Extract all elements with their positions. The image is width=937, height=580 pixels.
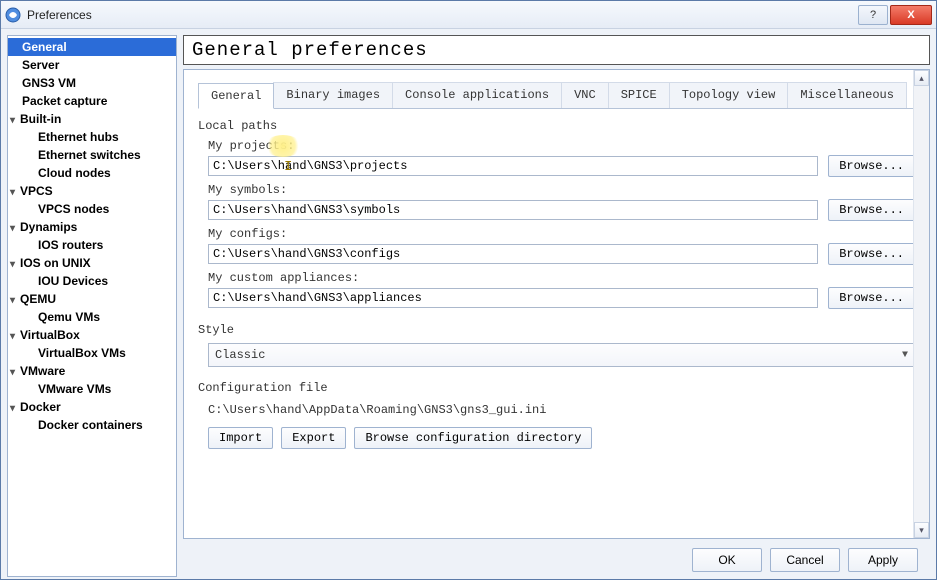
symbols-browse-button[interactable]: Browse... (828, 199, 915, 221)
tab-general[interactable]: General (198, 83, 274, 109)
tab-vnc[interactable]: VNC (561, 82, 609, 108)
sidebar-item-server[interactable]: Server (8, 56, 176, 74)
appliances-path-input[interactable] (208, 288, 818, 308)
sidebar-item-vpcs[interactable]: ▾VPCS (8, 182, 176, 200)
sidebar-item-vmware-vms[interactable]: VMware VMs (8, 380, 176, 398)
expand-arrow-icon: ▾ (10, 295, 20, 306)
sidebar-item-vmware[interactable]: ▾VMware (8, 362, 176, 380)
export-button[interactable]: Export (281, 427, 346, 449)
tab-console-applications[interactable]: Console applications (392, 82, 562, 108)
scroll-up-icon[interactable]: ▴ (914, 70, 929, 86)
window-buttons: ? X (856, 5, 932, 25)
expand-arrow-icon: ▾ (10, 367, 20, 378)
vertical-scrollbar[interactable]: ▴ ▾ (913, 70, 929, 538)
sidebar-item-built-in[interactable]: ▾Built-in (8, 110, 176, 128)
window-title: Preferences (27, 8, 856, 22)
minimize-button[interactable]: ? (858, 5, 888, 25)
ok-button[interactable]: OK (692, 548, 762, 572)
sidebar-item-qemu-vms[interactable]: Qemu VMs (8, 308, 176, 326)
config-file-path: C:\Users\hand\AppData\Roaming\GNS3\gns3_… (208, 403, 915, 417)
preferences-window: Preferences ? X GeneralServerGNS3 VMPack… (0, 0, 937, 580)
label-my-projects: My projects: I (208, 139, 915, 153)
expand-arrow-icon: ▾ (10, 223, 20, 234)
expand-arrow-icon: ▾ (10, 115, 20, 126)
titlebar: Preferences ? X (1, 1, 936, 29)
sidebar-item-docker[interactable]: ▾Docker (8, 398, 176, 416)
label-my-configs: My configs: (208, 227, 915, 241)
section-local-paths: Local paths (198, 119, 915, 133)
dialog-body: GeneralServerGNS3 VMPacket capture▾Built… (1, 29, 936, 579)
section-config-file: Configuration file (198, 381, 915, 395)
browse-config-dir-button[interactable]: Browse configuration directory (354, 427, 592, 449)
sidebar-item-docker-containers[interactable]: Docker containers (8, 416, 176, 434)
sidebar-item-virtualbox[interactable]: ▾VirtualBox (8, 326, 176, 344)
sidebar-item-cloud-nodes[interactable]: Cloud nodes (8, 164, 176, 182)
sidebar-item-dynamips[interactable]: ▾Dynamips (8, 218, 176, 236)
expand-arrow-icon: ▾ (10, 259, 20, 270)
projects-browse-button[interactable]: Browse... (828, 155, 915, 177)
sidebar-item-virtualbox-vms[interactable]: VirtualBox VMs (8, 344, 176, 362)
sidebar-item-ethernet-switches[interactable]: Ethernet switches (8, 146, 176, 164)
scroll-down-icon[interactable]: ▾ (914, 522, 929, 538)
style-value: Classic (215, 348, 265, 362)
content-panel: GeneralBinary imagesConsole applications… (183, 69, 930, 539)
expand-arrow-icon: ▾ (10, 403, 20, 414)
sidebar-item-vpcs-nodes[interactable]: VPCS nodes (8, 200, 176, 218)
appliances-browse-button[interactable]: Browse... (828, 287, 915, 309)
sidebar-item-iou-devices[interactable]: IOU Devices (8, 272, 176, 290)
tab-miscellaneous[interactable]: Miscellaneous (787, 82, 907, 108)
section-style: Style (198, 323, 915, 337)
sidebar-item-packet-capture[interactable]: Packet capture (8, 92, 176, 110)
symbols-path-input[interactable] (208, 200, 818, 220)
tab-topology-view[interactable]: Topology view (669, 82, 789, 108)
tab-bar: GeneralBinary imagesConsole applications… (198, 82, 915, 109)
tab-binary-images[interactable]: Binary images (273, 82, 393, 108)
expand-arrow-icon: ▾ (10, 331, 20, 342)
sidebar-item-ethernet-hubs[interactable]: Ethernet hubs (8, 128, 176, 146)
app-icon (5, 7, 21, 23)
sidebar-item-gns3-vm[interactable]: GNS3 VM (8, 74, 176, 92)
page-heading: General preferences (183, 35, 930, 65)
configs-path-input[interactable] (208, 244, 818, 264)
label-my-symbols: My symbols: (208, 183, 915, 197)
label-my-appliances: My custom appliances: (208, 271, 915, 285)
close-button[interactable]: X (890, 5, 932, 25)
sidebar-item-qemu[interactable]: ▾QEMU (8, 290, 176, 308)
import-button[interactable]: Import (208, 427, 273, 449)
chevron-down-icon: ▼ (902, 350, 908, 361)
sidebar-item-general[interactable]: General (8, 38, 176, 56)
cancel-button[interactable]: Cancel (770, 548, 840, 572)
sidebar-item-ios-routers[interactable]: IOS routers (8, 236, 176, 254)
configs-browse-button[interactable]: Browse... (828, 243, 915, 265)
tab-spice[interactable]: SPICE (608, 82, 670, 108)
dialog-footer: OK Cancel Apply (183, 543, 930, 577)
main-pane: General preferences GeneralBinary images… (183, 35, 930, 577)
projects-path-input[interactable] (208, 156, 818, 176)
apply-button[interactable]: Apply (848, 548, 918, 572)
highlight-marker (264, 135, 302, 157)
sidebar-item-ios-on-unix[interactable]: ▾IOS on UNIX (8, 254, 176, 272)
expand-arrow-icon: ▾ (10, 187, 20, 198)
category-tree[interactable]: GeneralServerGNS3 VMPacket capture▾Built… (7, 35, 177, 577)
style-combobox[interactable]: Classic ▼ (208, 343, 915, 367)
